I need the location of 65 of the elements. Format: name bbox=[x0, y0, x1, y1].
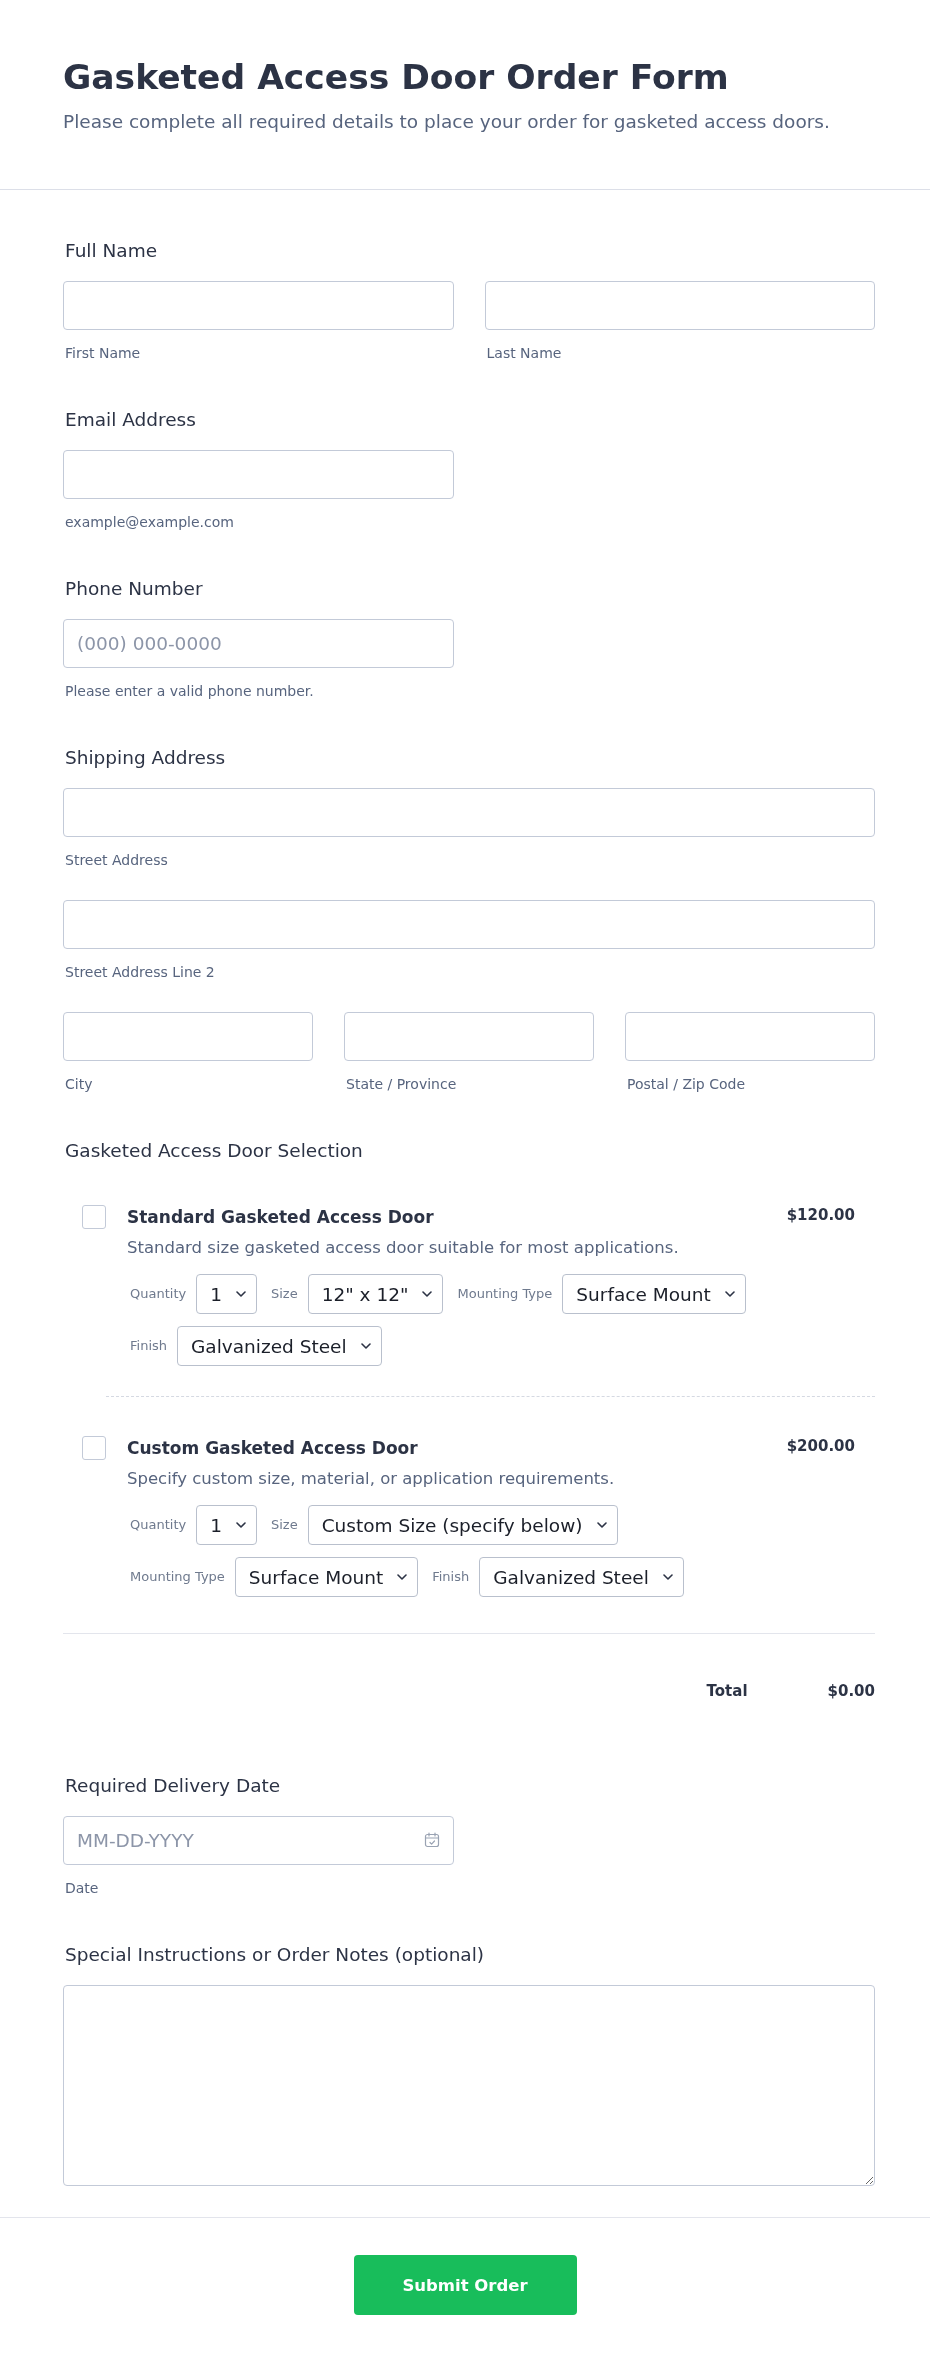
dropdown[interactable]: Galvanized Steel bbox=[177, 1326, 382, 1366]
field-sublabel: Last Name bbox=[486, 344, 563, 362]
option-label: Size bbox=[270, 1285, 298, 1303]
field-sublabel: example@example.com bbox=[65, 513, 235, 531]
product-price: $200.00 bbox=[786, 1436, 855, 1456]
option-label: Size bbox=[270, 1516, 298, 1534]
chevron-down-icon bbox=[360, 1343, 371, 1349]
text-input[interactable] bbox=[63, 900, 875, 949]
dropdown[interactable]: 1 bbox=[196, 1274, 257, 1314]
option-label: Mounting Type bbox=[457, 1285, 553, 1303]
chevron-down-icon bbox=[235, 1522, 246, 1528]
calendar-icon[interactable] bbox=[423, 1832, 440, 1848]
textarea-field[interactable] bbox=[63, 1985, 875, 2186]
dropdown[interactable]: Galvanized Steel bbox=[479, 1557, 684, 1597]
field-label: Email Address bbox=[65, 408, 197, 432]
text-input[interactable] bbox=[63, 788, 875, 837]
text-input[interactable] bbox=[63, 281, 454, 330]
phone-input[interactable]: (000) 000-0000 bbox=[63, 619, 454, 668]
field-label: Special Instructions or Order Notes (optional) bbox=[65, 1943, 486, 1967]
product-description: Specify custom size, material, or application requirements. bbox=[127, 1468, 616, 1490]
product-name: Standard Gasketed Access Door bbox=[127, 1206, 434, 1229]
form-subtitle: Please complete all required details to place your order for gasketed access doors. bbox=[63, 110, 831, 134]
text-input[interactable] bbox=[625, 1012, 875, 1061]
field-sublabel: First Name bbox=[65, 344, 142, 362]
field-label: Full Name bbox=[65, 239, 159, 263]
option-label: Finish bbox=[432, 1568, 470, 1586]
field-sublabel: State / Province bbox=[346, 1075, 458, 1093]
option-label: Finish bbox=[130, 1337, 167, 1355]
option-label: Mounting Type bbox=[130, 1568, 225, 1586]
field-sublabel: City bbox=[65, 1075, 94, 1093]
field-sublabel: Please enter a valid phone number. bbox=[65, 682, 315, 700]
chevron-down-icon bbox=[235, 1291, 246, 1297]
field-sublabel: Date bbox=[65, 1879, 100, 1897]
total-amount: $0.00 bbox=[827, 1681, 875, 1702]
field-label: Gasketed Access Door Selection bbox=[65, 1139, 364, 1163]
chevron-down-icon bbox=[662, 1574, 673, 1580]
field-sublabel: Street Address Line 2 bbox=[65, 963, 216, 981]
text-input[interactable] bbox=[344, 1012, 594, 1061]
chevron-down-icon bbox=[422, 1291, 433, 1297]
checkbox[interactable] bbox=[82, 1205, 106, 1229]
text-input[interactable] bbox=[484, 281, 875, 330]
chevron-down-icon bbox=[596, 1522, 607, 1528]
total-label: Total bbox=[706, 1681, 748, 1702]
field-label: Shipping Address bbox=[65, 746, 227, 770]
field-label: Phone Number bbox=[65, 577, 204, 601]
date-input[interactable]: MM-DD-YYYY bbox=[63, 1816, 454, 1865]
product-price: $120.00 bbox=[786, 1205, 855, 1225]
text-input[interactable] bbox=[63, 1012, 313, 1061]
checkbox[interactable] bbox=[82, 1436, 106, 1460]
product-name: Custom Gasketed Access Door bbox=[127, 1437, 418, 1460]
field-label: Required Delivery Date bbox=[65, 1774, 282, 1798]
chevron-down-icon bbox=[724, 1291, 735, 1297]
dropdown[interactable]: Custom Size (specify below) bbox=[307, 1505, 618, 1545]
field-sublabel: Postal / Zip Code bbox=[627, 1075, 747, 1093]
dropdown[interactable]: 12" x 12" bbox=[307, 1274, 444, 1314]
product-description: Standard size gasketed access door suitable for most applications. bbox=[127, 1237, 680, 1259]
email-input[interactable] bbox=[63, 450, 454, 499]
option-label: Quantity bbox=[130, 1516, 187, 1534]
form-title: Gasketed Access Door Order Form bbox=[63, 56, 730, 98]
dropdown[interactable]: Surface Mount bbox=[562, 1274, 746, 1314]
chevron-down-icon bbox=[397, 1574, 408, 1580]
dropdown[interactable]: Surface Mount bbox=[234, 1557, 419, 1597]
field-sublabel: Street Address bbox=[65, 851, 169, 869]
dropdown[interactable]: 1 bbox=[196, 1505, 257, 1545]
option-label: Quantity bbox=[130, 1285, 187, 1303]
